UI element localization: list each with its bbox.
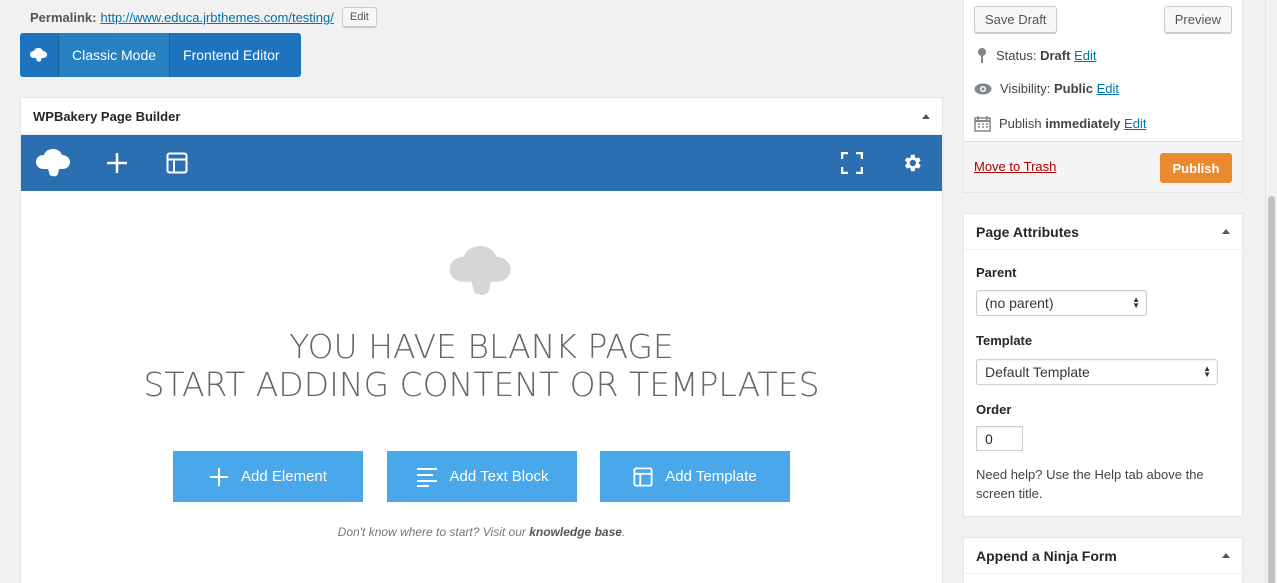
template-selected-value: Default Template [985, 364, 1090, 380]
add-element-button[interactable]: Add Element [173, 451, 363, 502]
add-template-label: Add Template [665, 468, 757, 485]
knowledge-base-link[interactable]: knowledge base [529, 525, 622, 539]
knowledge-base-hint: Don't know where to start? Visit our kno… [21, 525, 942, 539]
hint-prefix: Don't know where to start? Visit our [337, 525, 526, 539]
blank-page-logo-icon [449, 246, 515, 299]
visibility-label: Visibility: [1000, 81, 1051, 96]
status-label: Status: [996, 47, 1037, 63]
collapse-toggle-icon[interactable] [922, 113, 930, 119]
publish-box: Save Draft Preview Status: Draft Edit Vi… [963, 0, 1243, 193]
collapse-toggle-icon[interactable] [1222, 229, 1230, 234]
publish-button[interactable]: Publish [1160, 153, 1232, 183]
plus-icon [209, 467, 229, 486]
visibility-edit-link[interactable]: Edit [1097, 81, 1119, 96]
parent-selected-value: (no parent) [985, 295, 1054, 311]
order-label: Order [976, 402, 1012, 417]
publish-value: immediately [1045, 116, 1121, 131]
ninja-form-header[interactable]: Append a Ninja Form [964, 538, 1242, 574]
scrollbar-thumb[interactable] [1268, 196, 1275, 583]
builder-logo-icon[interactable] [35, 135, 73, 191]
headline-line-2: START ADDING CONTENT OR TEMPLATES [143, 365, 820, 404]
ninja-form-title: Append a Ninja Form [976, 547, 1117, 564]
wpbakery-logo-icon[interactable] [20, 33, 58, 77]
status-row: Status: Draft Edit [976, 47, 1096, 63]
permalink-url-link[interactable]: http://www.educa.jrbthemes.com/testing/ [100, 10, 333, 25]
pin-icon [978, 48, 986, 63]
help-text: Need help? Use the Help tab above the sc… [976, 467, 1204, 501]
select-arrows-icon: ▲ ▼ [1203, 364, 1211, 379]
move-to-trash-link[interactable]: Move to Trash [974, 159, 1056, 174]
page-builder-panel: WPBakery Page Builder YOU HAVE BLANK PAG… [20, 97, 943, 583]
publish-schedule-row: Publish immediately Edit [974, 115, 1146, 132]
add-element-plus-icon[interactable] [103, 135, 131, 191]
permalink-row: Permalink: http://www.educa.jrbthemes.co… [30, 7, 377, 27]
hint-suffix: . [621, 525, 626, 539]
page-attributes-title: Page Attributes [976, 223, 1079, 240]
publish-edit-link[interactable]: Edit [1124, 116, 1146, 131]
order-input[interactable]: 0 [976, 426, 1023, 451]
parent-label: Parent [976, 265, 1017, 280]
permalink-edit-button[interactable]: Edit [341, 7, 377, 27]
add-template-button[interactable]: Add Template [600, 451, 790, 502]
page-attributes-box: Page Attributes Parent (no parent) ▲ ▼ Te… [963, 213, 1243, 517]
publish-label: Publish [999, 116, 1042, 131]
fullscreen-icon[interactable] [839, 135, 865, 191]
template-label: Template [976, 333, 1033, 348]
template-select[interactable]: Default Template ▲ ▼ [976, 359, 1218, 385]
headline-line-1: YOU HAVE BLANK PAGE [289, 327, 674, 366]
status-edit-link[interactable]: Edit [1074, 48, 1096, 63]
settings-gear-icon[interactable] [899, 135, 925, 191]
template-icon [633, 466, 653, 487]
visibility-value: Public [1053, 81, 1093, 96]
text-lines-icon [416, 467, 437, 487]
frontend-editor-button[interactable]: Frontend Editor [170, 33, 293, 77]
templates-icon[interactable] [163, 135, 191, 191]
builder-header: WPBakery Page Builder [21, 98, 942, 135]
builder-title: WPBakery Page Builder [33, 108, 181, 124]
save-draft-button[interactable]: Save Draft [974, 6, 1058, 33]
builder-toolbar [21, 135, 942, 191]
visibility-row: Visibility: Public Edit [974, 81, 1119, 96]
page-attributes-header[interactable]: Page Attributes [964, 214, 1242, 250]
collapse-toggle-icon[interactable] [1222, 553, 1230, 558]
status-value: Draft [1040, 47, 1071, 63]
classic-mode-button[interactable]: Classic Mode [58, 33, 171, 77]
add-text-block-label: Add Text Block [449, 468, 549, 485]
editor-mode-bar: Classic Mode Frontend Editor [20, 33, 301, 77]
select-arrows-icon: ▲ ▼ [1132, 295, 1140, 310]
add-element-label: Add Element [241, 468, 327, 485]
calendar-icon [974, 116, 991, 132]
blank-page-headline: YOU HAVE BLANK PAGE START ADDING CONTENT… [21, 328, 942, 404]
permalink-label: Permalink: [30, 9, 97, 25]
preview-button[interactable]: Preview [1163, 6, 1232, 33]
add-text-block-button[interactable]: Add Text Block [387, 451, 577, 502]
ninja-form-box: Append a Ninja Form [963, 537, 1243, 583]
eye-icon [974, 83, 992, 94]
parent-select[interactable]: (no parent) ▲ ▼ [976, 290, 1147, 316]
publish-actions: Move to Trash Publish [964, 141, 1242, 192]
